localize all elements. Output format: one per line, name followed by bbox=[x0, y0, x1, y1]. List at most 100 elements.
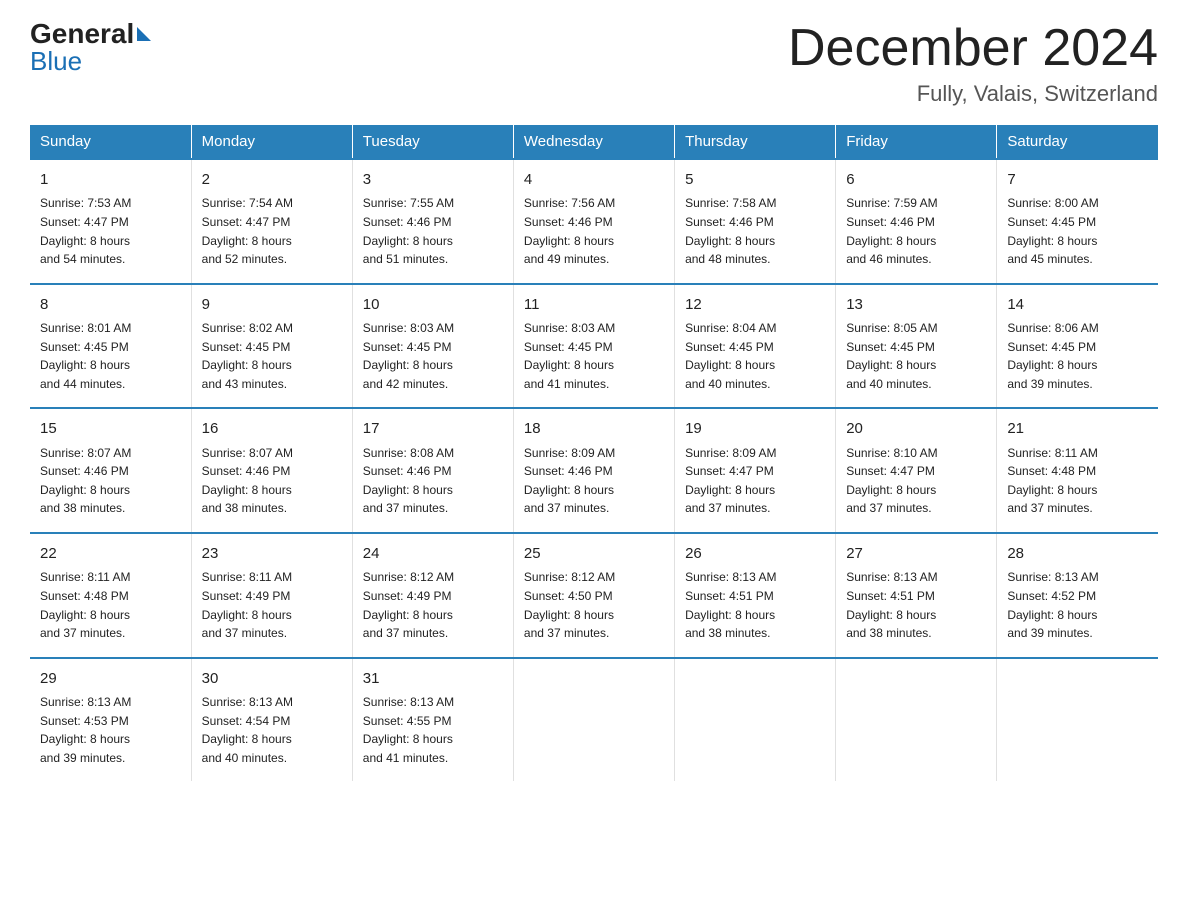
col-sunday: Sunday bbox=[30, 125, 191, 159]
calendar-week-row: 15 Sunrise: 8:07 AMSunset: 4:46 PMDayligh… bbox=[30, 408, 1158, 533]
col-saturday: Saturday bbox=[997, 125, 1158, 159]
page-header: General Blue December 2024 Fully, Valais… bbox=[30, 20, 1158, 107]
day-number: 21 bbox=[1007, 417, 1148, 440]
logo-general-text: General bbox=[30, 20, 134, 48]
day-info: Sunrise: 7:58 AMSunset: 4:46 PMDaylight:… bbox=[685, 194, 825, 268]
logo-arrow-icon bbox=[137, 27, 151, 41]
day-number: 19 bbox=[685, 417, 825, 440]
table-row: 20Sunrise: 8:10 AMSunset: 4:47 PMDayligh… bbox=[836, 408, 997, 533]
table-row: 2Sunrise: 7:54 AMSunset: 4:47 PMDaylight… bbox=[191, 159, 352, 284]
day-info: Sunrise: 7:55 AMSunset: 4:46 PMDaylight:… bbox=[363, 194, 503, 268]
day-number: 9 bbox=[202, 293, 342, 316]
table-row: 15Sunrise: 8:07 AMSunset: 4:46 PMDayligh… bbox=[30, 408, 191, 533]
day-info: Sunrise: 8:00 AMSunset: 4:45 PMDaylight:… bbox=[1007, 194, 1148, 268]
table-row bbox=[997, 658, 1158, 782]
day-number: 16 bbox=[202, 417, 342, 440]
calendar-week-row: 8 Sunrise: 8:01 AMSunset: 4:45 PMDaylight… bbox=[30, 284, 1158, 409]
month-title: December 2024 bbox=[788, 20, 1158, 77]
table-row bbox=[836, 658, 997, 782]
day-info: Sunrise: 8:03 AMSunset: 4:45 PMDaylight:… bbox=[524, 319, 664, 393]
day-number: 4 bbox=[524, 168, 664, 191]
table-row: 8 Sunrise: 8:01 AMSunset: 4:45 PMDaylight… bbox=[30, 284, 191, 409]
day-info: Sunrise: 8:11 AMSunset: 4:48 PMDaylight:… bbox=[1007, 444, 1148, 518]
day-info: Sunrise: 8:06 AMSunset: 4:45 PMDaylight:… bbox=[1007, 319, 1148, 393]
day-info: Sunrise: 8:13 AMSunset: 4:55 PMDaylight:… bbox=[363, 693, 503, 767]
day-info: Sunrise: 8:09 AMSunset: 4:46 PMDaylight:… bbox=[524, 444, 664, 518]
logo: General Blue bbox=[30, 20, 151, 77]
day-info: Sunrise: 7:53 AMSunset: 4:47 PMDaylight:… bbox=[40, 194, 181, 268]
table-row: 12Sunrise: 8:04 AMSunset: 4:45 PMDayligh… bbox=[675, 284, 836, 409]
day-number: 10 bbox=[363, 293, 503, 316]
table-row bbox=[513, 658, 674, 782]
day-number: 5 bbox=[685, 168, 825, 191]
table-row: 7 Sunrise: 8:00 AMSunset: 4:45 PMDaylight… bbox=[997, 159, 1158, 284]
table-row: 11Sunrise: 8:03 AMSunset: 4:45 PMDayligh… bbox=[513, 284, 674, 409]
day-info: Sunrise: 8:13 AMSunset: 4:52 PMDaylight:… bbox=[1007, 568, 1148, 642]
col-monday: Monday bbox=[191, 125, 352, 159]
table-row: 16 Sunrise: 8:07 AMSunset: 4:46 PMDayligh… bbox=[191, 408, 352, 533]
day-number: 3 bbox=[363, 168, 503, 191]
table-row: 10Sunrise: 8:03 AMSunset: 4:45 PMDayligh… bbox=[352, 284, 513, 409]
day-info: Sunrise: 8:12 AMSunset: 4:50 PMDaylight:… bbox=[524, 568, 664, 642]
day-number: 15 bbox=[40, 417, 181, 440]
table-row: 22Sunrise: 8:11 AMSunset: 4:48 PMDayligh… bbox=[30, 533, 191, 658]
table-row: 30 Sunrise: 8:13 AMSunset: 4:54 PMDayligh… bbox=[191, 658, 352, 782]
table-row: 4 Sunrise: 7:56 AMSunset: 4:46 PMDaylight… bbox=[513, 159, 674, 284]
table-row: 6 Sunrise: 7:59 AMSunset: 4:46 PMDaylight… bbox=[836, 159, 997, 284]
table-row: 21 Sunrise: 8:11 AMSunset: 4:48 PMDayligh… bbox=[997, 408, 1158, 533]
calendar-week-row: 22Sunrise: 8:11 AMSunset: 4:48 PMDayligh… bbox=[30, 533, 1158, 658]
table-row: 5 Sunrise: 7:58 AMSunset: 4:46 PMDaylight… bbox=[675, 159, 836, 284]
day-number: 13 bbox=[846, 293, 986, 316]
day-number: 18 bbox=[524, 417, 664, 440]
location-subtitle: Fully, Valais, Switzerland bbox=[788, 81, 1158, 107]
calendar-table: Sunday Monday Tuesday Wednesday Thursday… bbox=[30, 125, 1158, 781]
day-info: Sunrise: 8:07 AMSunset: 4:46 PMDaylight:… bbox=[202, 444, 342, 518]
day-number: 26 bbox=[685, 542, 825, 565]
day-number: 24 bbox=[363, 542, 503, 565]
table-row: 13Sunrise: 8:05 AMSunset: 4:45 PMDayligh… bbox=[836, 284, 997, 409]
table-row: 17 Sunrise: 8:08 AMSunset: 4:46 PMDayligh… bbox=[352, 408, 513, 533]
day-number: 8 bbox=[40, 293, 181, 316]
table-row: 28 Sunrise: 8:13 AMSunset: 4:52 PMDayligh… bbox=[997, 533, 1158, 658]
day-number: 27 bbox=[846, 542, 986, 565]
col-wednesday: Wednesday bbox=[513, 125, 674, 159]
day-number: 30 bbox=[202, 667, 342, 690]
day-info: Sunrise: 8:11 AMSunset: 4:48 PMDaylight:… bbox=[40, 568, 181, 642]
table-row: 3 Sunrise: 7:55 AMSunset: 4:46 PMDaylight… bbox=[352, 159, 513, 284]
day-number: 28 bbox=[1007, 542, 1148, 565]
day-info: Sunrise: 8:13 AMSunset: 4:51 PMDaylight:… bbox=[846, 568, 986, 642]
table-row: 9Sunrise: 8:02 AMSunset: 4:45 PMDaylight… bbox=[191, 284, 352, 409]
day-info: Sunrise: 7:56 AMSunset: 4:46 PMDaylight:… bbox=[524, 194, 664, 268]
day-info: Sunrise: 8:09 AMSunset: 4:47 PMDaylight:… bbox=[685, 444, 825, 518]
calendar-week-row: 1 Sunrise: 7:53 AMSunset: 4:47 PMDaylight… bbox=[30, 159, 1158, 284]
title-block: December 2024 Fully, Valais, Switzerland bbox=[788, 20, 1158, 107]
day-info: Sunrise: 8:11 AMSunset: 4:49 PMDaylight:… bbox=[202, 568, 342, 642]
logo-blue-text: Blue bbox=[30, 46, 82, 77]
day-info: Sunrise: 8:12 AMSunset: 4:49 PMDaylight:… bbox=[363, 568, 503, 642]
day-number: 14 bbox=[1007, 293, 1148, 316]
table-row: 29 Sunrise: 8:13 AMSunset: 4:53 PMDayligh… bbox=[30, 658, 191, 782]
day-info: Sunrise: 8:10 AMSunset: 4:47 PMDaylight:… bbox=[846, 444, 986, 518]
day-number: 7 bbox=[1007, 168, 1148, 191]
calendar-week-row: 29 Sunrise: 8:13 AMSunset: 4:53 PMDayligh… bbox=[30, 658, 1158, 782]
col-tuesday: Tuesday bbox=[352, 125, 513, 159]
day-info: Sunrise: 8:01 AMSunset: 4:45 PMDaylight:… bbox=[40, 319, 181, 393]
table-row: 25 Sunrise: 8:12 AMSunset: 4:50 PMDayligh… bbox=[513, 533, 674, 658]
day-info: Sunrise: 7:59 AMSunset: 4:46 PMDaylight:… bbox=[846, 194, 986, 268]
day-number: 31 bbox=[363, 667, 503, 690]
table-row: 19 Sunrise: 8:09 AMSunset: 4:47 PMDayligh… bbox=[675, 408, 836, 533]
table-row bbox=[675, 658, 836, 782]
day-info: Sunrise: 8:13 AMSunset: 4:53 PMDaylight:… bbox=[40, 693, 181, 767]
table-row: 14 Sunrise: 8:06 AMSunset: 4:45 PMDayligh… bbox=[997, 284, 1158, 409]
day-number: 25 bbox=[524, 542, 664, 565]
day-number: 29 bbox=[40, 667, 181, 690]
table-row: 26 Sunrise: 8:13 AMSunset: 4:51 PMDayligh… bbox=[675, 533, 836, 658]
day-info: Sunrise: 8:08 AMSunset: 4:46 PMDaylight:… bbox=[363, 444, 503, 518]
day-number: 1 bbox=[40, 168, 181, 191]
day-number: 17 bbox=[363, 417, 503, 440]
table-row: 31 Sunrise: 8:13 AMSunset: 4:55 PMDayligh… bbox=[352, 658, 513, 782]
day-info: Sunrise: 8:13 AMSunset: 4:51 PMDaylight:… bbox=[685, 568, 825, 642]
day-number: 2 bbox=[202, 168, 342, 191]
day-number: 6 bbox=[846, 168, 986, 191]
day-info: Sunrise: 8:13 AMSunset: 4:54 PMDaylight:… bbox=[202, 693, 342, 767]
